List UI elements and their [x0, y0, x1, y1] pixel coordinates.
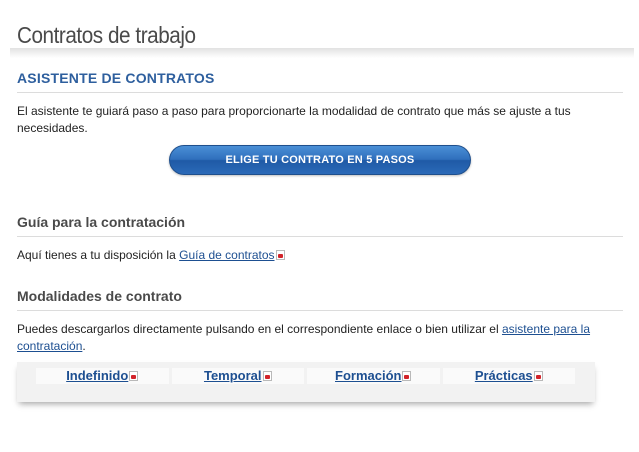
section-divider [17, 310, 623, 311]
practicas-link[interactable]: Prácticas [475, 368, 533, 383]
section-divider [17, 236, 623, 237]
wizard-description: El asistente te guiará paso a paso para … [17, 104, 571, 135]
temporal-link[interactable]: Temporal [204, 368, 262, 383]
choose-contract-button[interactable]: ELIGE TU CONTRATO EN 5 PASOS [169, 145, 471, 175]
pdf-icon [402, 371, 412, 381]
title-divider [10, 48, 634, 58]
indefinido-link[interactable]: Indefinido [66, 368, 128, 383]
section-divider [17, 92, 623, 93]
modalities-paragraph: Puedes descargarlos directamente pulsand… [17, 321, 607, 355]
guide-paragraph: Aquí tienes a tu disposición la Guía de … [17, 247, 607, 264]
pdf-icon [275, 250, 285, 260]
contract-guide-link[interactable]: Guía de contratos [179, 248, 274, 262]
modality-cell-formacion: Formación [307, 368, 440, 384]
pdf-icon [129, 371, 139, 381]
modalities-row: Indefinido Temporal Formación Prácticas [36, 368, 575, 384]
pdf-icon [533, 371, 543, 381]
guide-text: Aquí tienes a tu disposición la [17, 248, 180, 262]
guide-heading: Guía para la contratación [17, 214, 186, 230]
formacion-link[interactable]: Formación [335, 368, 401, 383]
modalities-text: Puedes descargarlos directamente pulsand… [17, 322, 502, 336]
modalities-heading: Modalidades de contrato [17, 288, 182, 304]
pdf-icon [262, 371, 272, 381]
wizard-heading: ASISTENTE DE CONTRATOS [17, 70, 215, 86]
modalities-text-end: . [82, 339, 86, 353]
modality-cell-temporal: Temporal [171, 368, 304, 384]
modality-cell-indefinido: Indefinido [36, 368, 169, 384]
modalities-table: Indefinido Temporal Formación Prácticas [17, 362, 595, 402]
modality-cell-practicas: Prácticas [442, 368, 575, 384]
